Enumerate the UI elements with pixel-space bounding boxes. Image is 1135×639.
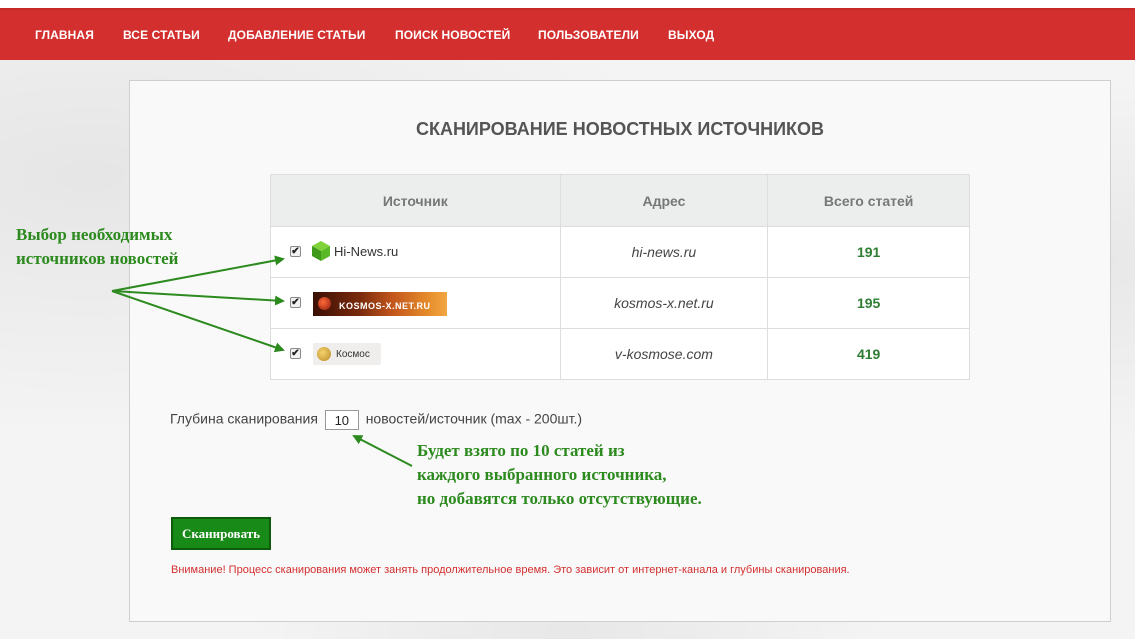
arrow-to-row-1 (111, 255, 285, 292)
annotation-arrows (111, 255, 413, 467)
arrow-to-depth (352, 435, 413, 467)
